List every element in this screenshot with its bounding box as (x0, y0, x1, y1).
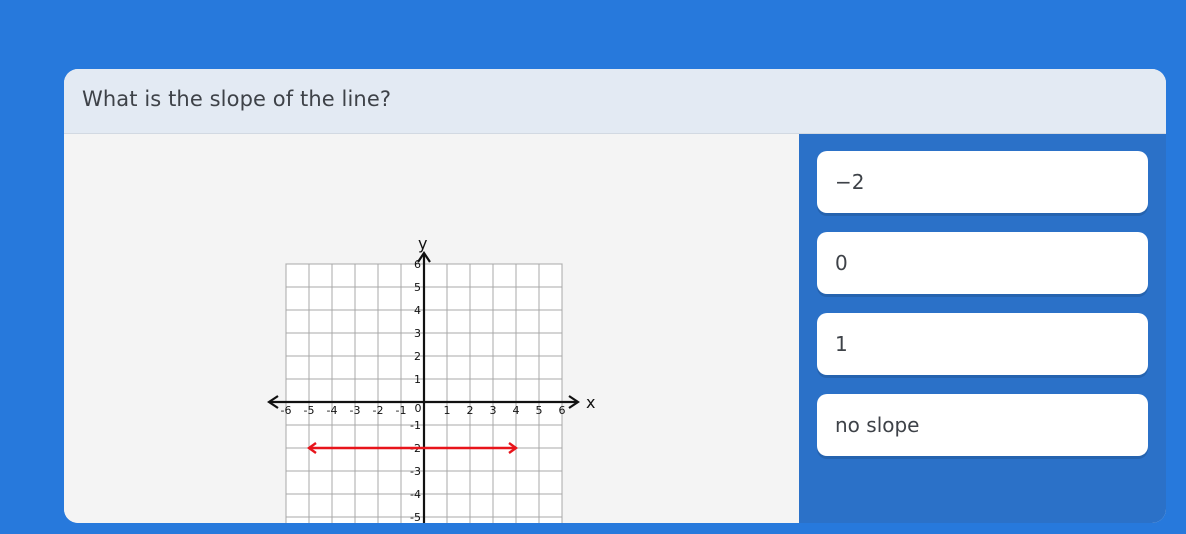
answer-option-4[interactable]: no slope (817, 394, 1148, 456)
x-tick-label: -5 (304, 404, 315, 417)
x-tick-label: 4 (513, 404, 520, 417)
x-tick-label: 6 (559, 404, 566, 417)
y-tick-label: -4 (410, 488, 421, 501)
question-header: What is the slope of the line? (64, 69, 1166, 134)
answer-option-label: no slope (835, 413, 920, 437)
x-tick-label: -3 (350, 404, 361, 417)
y-tick-label: 3 (414, 327, 421, 340)
coordinate-graph: xy-6-5-4-3-2-11234560123456-1-2-3-4-5-6 (267, 234, 595, 523)
answer-option-3[interactable]: 1 (817, 313, 1148, 375)
x-tick-label: -2 (373, 404, 384, 417)
x-tick-label: -4 (327, 404, 338, 417)
x-tick-label: 5 (536, 404, 543, 417)
origin-label: 0 (415, 402, 422, 415)
answer-option-1[interactable]: −2 (817, 151, 1148, 213)
y-tick-label: 4 (414, 304, 421, 317)
answer-option-label: 0 (835, 251, 848, 275)
answer-option-label: 1 (835, 332, 848, 356)
answer-options-panel: −2 0 1 no slope (799, 134, 1166, 523)
answer-option-2[interactable]: 0 (817, 232, 1148, 294)
x-tick-label: 2 (467, 404, 474, 417)
x-tick-label: -1 (396, 404, 407, 417)
x-tick-label: -6 (281, 404, 292, 417)
graph-pane: xy-6-5-4-3-2-11234560123456-1-2-3-4-5-6 (64, 134, 799, 523)
question-card: What is the slope of the line? x y -6 -5 -4-… (64, 69, 1166, 523)
y-axis-label: y (418, 234, 427, 253)
answer-option-label: −2 (835, 170, 865, 194)
x-tick-label: 3 (490, 404, 497, 417)
question-text: What is the slope of the line? (82, 87, 392, 111)
y-tick-label: 5 (414, 281, 421, 294)
y-tick-label: 1 (414, 373, 421, 386)
y-tick-label: -5 (410, 511, 421, 523)
x-axis-label: x (586, 393, 595, 412)
x-tick-label: 1 (444, 404, 451, 417)
y-tick-label: -1 (410, 419, 421, 432)
y-tick-label: 2 (414, 350, 421, 363)
y-tick-label: -3 (410, 465, 421, 478)
y-tick-label: 6 (414, 258, 421, 271)
